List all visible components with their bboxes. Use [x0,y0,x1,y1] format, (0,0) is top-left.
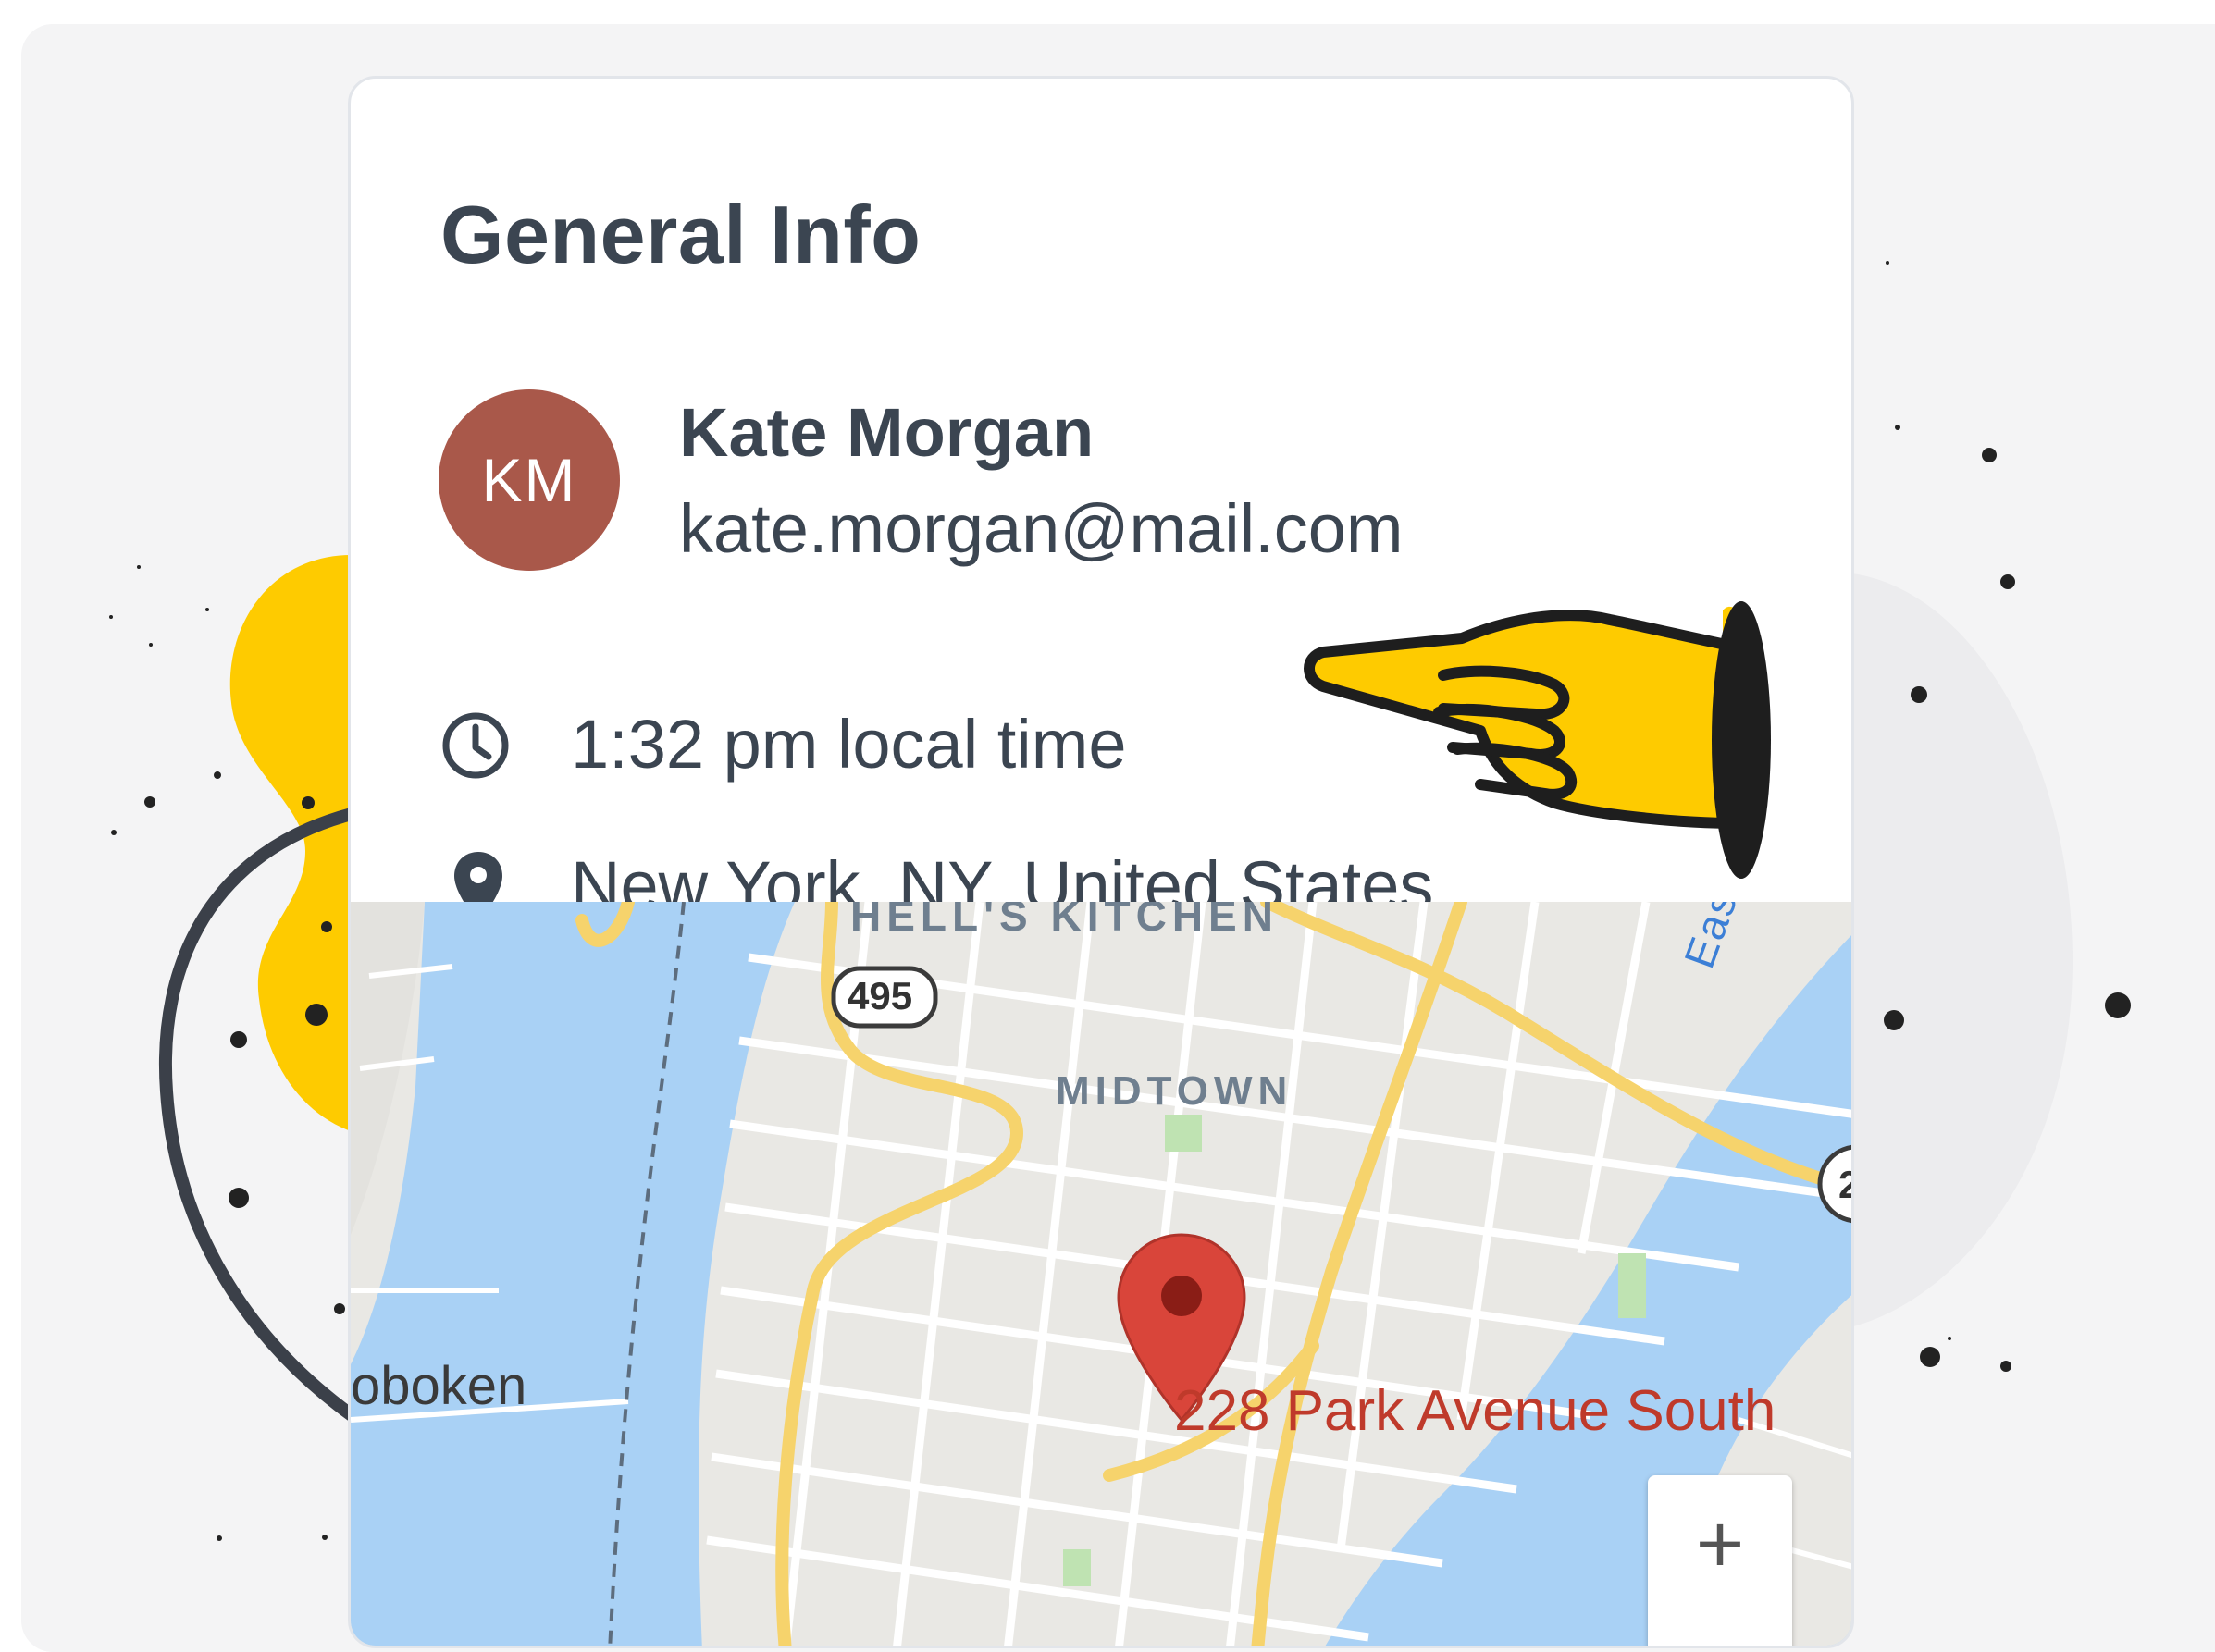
contact-email[interactable]: kate.morgan@mail.com [679,489,1404,568]
highway-label-partial: 2 [1838,1163,1851,1207]
local-time: 1:32 pm local time [571,706,1127,783]
avatar-initials: KM [481,446,577,514]
avatar: KM [439,389,620,571]
map-tiles [351,902,1851,1646]
highway-label-495: 495 [848,974,913,1017]
general-info-card: General Info KM Kate Morgan kate.morgan@… [348,76,1854,1648]
contact-name: Kate Morgan [679,394,1095,471]
map-label-midtown: MIDTOWN [1056,1068,1293,1114]
card-title: General Info [440,189,922,280]
map-view[interactable]: HELL'S KITCHEN MIDTOWN oboken East Ri 49… [351,902,1851,1646]
clock-icon [442,712,509,779]
marker-address-label: 228 Park Avenue South [1174,1379,1776,1443]
map-label-hells-kitchen: HELL'S KITCHEN [850,902,1279,940]
map-label-hoboken: oboken [351,1356,527,1416]
zoom-in-button[interactable]: + [1648,1475,1792,1646]
